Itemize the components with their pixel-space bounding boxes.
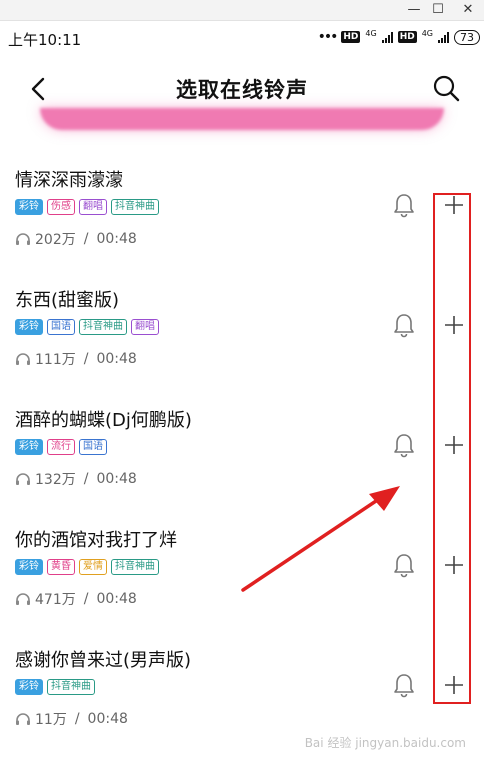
song-tags: 彩铃 抖音神曲 (15, 679, 95, 695)
signal-icon-2 (438, 31, 449, 43)
status-bar: 上午10:11 ••• HD 4G HD 4G 73 (0, 21, 484, 57)
song-tags: 彩铃 国语 抖音神曲 翻唱 (15, 319, 159, 335)
set-ringtone-bell-icon[interactable] (392, 432, 416, 458)
tag-badge: 抖音神曲 (111, 199, 159, 215)
song-tags: 彩铃 伤感 翻唱 抖音神曲 (15, 199, 159, 215)
tag-badge: 翻唱 (131, 319, 159, 335)
tag-badge: 抖音神曲 (111, 559, 159, 575)
tag-badge: 翻唱 (79, 199, 107, 215)
meta-separator: / (74, 711, 80, 727)
tag-badge: 抖音神曲 (79, 319, 127, 335)
song-tags: 彩铃 黄昏 爱情 抖音神曲 (15, 559, 159, 575)
set-ringtone-bell-icon[interactable] (392, 192, 416, 218)
play-count: 11万 (35, 712, 67, 728)
play-count: 132万 (35, 472, 76, 488)
tag-badge: 国语 (47, 319, 75, 335)
song-item[interactable]: 东西(甜蜜版) 彩铃 国语 抖音神曲 翻唱 111万 / 00:48 (0, 270, 484, 390)
tag-badge: 彩铃 (15, 559, 43, 575)
tag-badge: 伤感 (47, 199, 75, 215)
play-count: 111万 (35, 352, 76, 368)
tag-badge: 彩铃 (15, 319, 43, 335)
meta-separator: / (83, 231, 89, 247)
song-item[interactable]: 感谢你曾来过(男声版) 彩铃 抖音神曲 11万 / 00:48 (0, 630, 484, 750)
headphones-icon (16, 353, 30, 365)
minimize-button[interactable]: — (406, 2, 422, 18)
duration: 00:48 (96, 231, 137, 247)
tag-badge: 国语 (79, 439, 107, 455)
battery-icon: 73 (454, 29, 480, 45)
set-ringtone-bell-icon[interactable] (392, 672, 416, 698)
song-item[interactable]: 酒醉的蝴蝶(Dj何鹏版) 彩铃 流行 国语 132万 / 00:48 (0, 390, 484, 510)
song-meta: 11万 / 00:48 (15, 709, 128, 729)
tag-badge: 彩铃 (15, 679, 43, 695)
song-meta: 471万 / 00:48 (15, 589, 137, 609)
window-title-bar: — ☐ ✕ (0, 0, 484, 21)
highlight-box (433, 193, 471, 704)
tag-badge: 流行 (47, 439, 75, 455)
song-item[interactable]: 情深深雨濛濛彩铃 伤感 翻唱 抖音神曲 202万 / 00:48 (0, 150, 484, 270)
duration: 00:48 (96, 471, 137, 487)
duration: 00:48 (87, 711, 128, 727)
song-title: 东西(甜蜜版) (15, 290, 120, 311)
duration: 00:48 (96, 591, 137, 607)
tag-badge: 彩铃 (15, 199, 43, 215)
search-icon[interactable] (432, 74, 460, 102)
set-ringtone-bell-icon[interactable] (392, 552, 416, 578)
meta-separator: / (83, 471, 89, 487)
song-meta: 111万 / 00:48 (15, 349, 137, 369)
watermark: Bai 经验 jingyan.baidu.com (304, 736, 466, 750)
song-meta: 132万 / 00:48 (15, 469, 137, 489)
song-title: 酒醉的蝴蝶(Dj何鹏版) (15, 410, 192, 431)
hd-badge-2: HD (397, 31, 417, 43)
status-time: 上午10:11 (8, 31, 82, 49)
network-type-1: 4G (365, 29, 377, 38)
song-meta: 202万 / 00:48 (15, 229, 137, 249)
tag-badge: 爱情 (79, 559, 107, 575)
tag-badge: 彩铃 (15, 439, 43, 455)
headphones-icon (16, 713, 30, 725)
tag-badge: 抖音神曲 (47, 679, 95, 695)
song-title: 情深深雨濛濛 (15, 170, 123, 191)
set-ringtone-bell-icon[interactable] (392, 312, 416, 338)
headphones-icon (16, 593, 30, 605)
network-type-2: 4G (421, 29, 433, 38)
headphones-icon (16, 233, 30, 245)
hd-badge-1: HD (341, 31, 361, 43)
close-button[interactable]: ✕ (460, 2, 476, 18)
banner-image[interactable] (40, 108, 444, 130)
signal-icon-1 (381, 31, 393, 43)
page-title: 选取在线铃声 (176, 78, 308, 102)
song-title: 你的酒馆对我打了烊 (15, 530, 177, 551)
song-title: 感谢你曾来过(男声版) (15, 650, 192, 671)
song-item[interactable]: 你的酒馆对我打了烊彩铃 黄昏 爱情 抖音神曲 471万 / 00:48 (0, 510, 484, 630)
maximize-button[interactable]: ☐ (430, 2, 446, 18)
play-count: 471万 (35, 592, 76, 608)
duration: 00:48 (96, 351, 137, 367)
tag-badge: 黄昏 (47, 559, 75, 575)
notification-dots-icon: ••• (317, 29, 339, 45)
play-count: 202万 (35, 232, 76, 248)
headphones-icon (16, 473, 30, 485)
meta-separator: / (83, 351, 89, 367)
song-tags: 彩铃 流行 国语 (15, 439, 107, 455)
meta-separator: / (83, 591, 89, 607)
